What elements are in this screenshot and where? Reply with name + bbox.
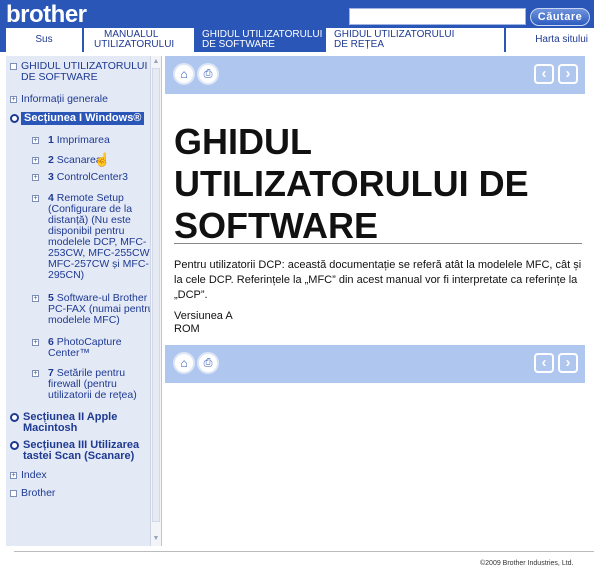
expand-icon: + — [32, 137, 39, 144]
sidebar-item-label: PhotoCapture Center™ — [48, 336, 122, 359]
header-bar: brother Căutare Sus MANUALUL UTILIZATORU… — [0, 0, 594, 52]
scrollbar-thumb[interactable] — [152, 68, 160, 522]
region-label: ROM — [174, 323, 200, 335]
previous-page-icon[interactable]: ‹ — [534, 353, 554, 373]
dcp-note-text: Pentru utilizatorii DCP: această documen… — [174, 259, 582, 301]
tab-user-manual-line2: UTILIZATORULUI — [94, 39, 175, 50]
title-divider — [174, 243, 582, 244]
expand-icon: + — [32, 195, 39, 202]
hand-cursor-icon: ☝ — [94, 152, 111, 167]
home-icon[interactable]: ⌂ — [173, 352, 195, 374]
tab-user-manual[interactable]: MANUALUL UTILIZATORULUI — [84, 28, 194, 52]
tab-network-guide[interactable]: GHIDUL UTILIZATORULUI DE REȚEA — [326, 28, 504, 52]
expand-icon: + — [10, 96, 17, 103]
search-input[interactable] — [349, 8, 526, 25]
footer-divider — [14, 551, 594, 552]
tab-top-label: Sus — [35, 34, 53, 45]
section-bullet-icon — [10, 413, 19, 422]
version-label: Versiunea A — [174, 310, 233, 322]
sidebar-item-label: Software-ul Brother PC-FAX (numai pentru… — [48, 292, 154, 326]
print-icon[interactable]: ⎙ — [197, 352, 219, 374]
expand-icon: + — [32, 295, 39, 302]
sidebar-item-remote-setup[interactable]: + 4 Remote Setup (Configurare de la dist… — [32, 193, 154, 281]
expand-icon: + — [32, 339, 39, 346]
sidebar-item-software-guide[interactable]: GHIDUL UTILIZATORULUI DE SOFTWARE — [10, 61, 150, 83]
sidebar-item-printing[interactable]: + 1 Imprimarea — [32, 135, 150, 146]
next-page-icon[interactable]: › — [558, 353, 578, 373]
search-button[interactable]: Căutare — [530, 8, 590, 26]
sidebar-item-label: GHIDUL UTILIZATORULUI DE SOFTWARE — [21, 60, 148, 83]
tab-site-map[interactable]: Harta sitului — [506, 28, 594, 52]
copyright-text: ©2009 Brother Industries, Ltd. — [480, 560, 574, 567]
tab-top[interactable]: Sus — [6, 28, 82, 52]
section-bullet-icon — [10, 441, 19, 450]
expand-icon: + — [32, 174, 39, 181]
expand-icon: + — [10, 472, 17, 479]
home-icon[interactable]: ⌂ — [173, 63, 195, 85]
previous-page-icon[interactable]: ‹ — [534, 64, 554, 84]
sidebar-item-label: Brother — [21, 487, 56, 499]
expand-icon: + — [32, 370, 39, 377]
sidebar-item-photocapture[interactable]: + 6 PhotoCapture Center™ — [32, 337, 150, 359]
sidebar-item-label: Remote Setup (Configurare de la distanță… — [48, 192, 152, 281]
chapter-number: 1 — [48, 134, 54, 146]
page-title: GHIDUL UTILIZATORULUI DE SOFTWARE — [174, 121, 529, 246]
sidebar-item-index[interactable]: + Index — [10, 470, 150, 481]
section-bullet-icon — [10, 114, 19, 123]
tab-software-guide[interactable]: GHIDUL UTILIZATORULUI DE SOFTWARE — [196, 28, 324, 52]
sidebar-item-label: ControlCenter3 — [56, 171, 128, 183]
expand-icon: + — [32, 157, 39, 164]
scroll-up-icon[interactable]: ▲ — [152, 57, 160, 67]
sidebar-item-label: Secțiunea II Apple Macintosh — [23, 411, 118, 434]
print-icon[interactable]: ⎙ — [197, 63, 219, 85]
sidebar-item-label: Informații generale — [21, 93, 108, 105]
sidebar-item-label: Secțiunea I Windows® — [21, 112, 145, 125]
top-nav: Sus MANUALUL UTILIZATORULUI GHIDUL UTILI… — [0, 28, 594, 52]
version-info: Versiunea A ROM — [174, 310, 233, 336]
brother-logo[interactable]: brother — [6, 2, 87, 28]
sidebar-item-controlcenter[interactable]: + 3 ControlCenter3 — [32, 172, 150, 183]
chapter-number: 3 — [48, 171, 54, 183]
sidebar-item-scanning[interactable]: + 2 Scanarea — [32, 155, 150, 166]
sidebar-scrollbar[interactable]: ▲ ▼ — [150, 56, 161, 546]
sidebar-item-label: Imprimarea — [56, 134, 110, 146]
page-icon — [10, 63, 17, 70]
sidebar-item-label: Secțiunea III Utilizarea tastei Scan (Sc… — [23, 439, 140, 462]
tab-network-guide-line2: DE REȚEA — [334, 39, 385, 50]
top-nav-bar: ⌂ ⎙ ‹ › — [165, 56, 585, 94]
bottom-nav-bar: ⌂ ⎙ ‹ › — [165, 345, 585, 383]
tab-site-map-label: Harta sitului — [535, 34, 588, 45]
main-content: ⌂ ⎙ ‹ › GHIDUL UTILIZATORULUI DE SOFTWAR… — [165, 56, 594, 546]
sidebar-item-firewall[interactable]: + 7 Setările pentru firewall (pentru uti… — [32, 368, 150, 401]
sidebar-item-label: Setările pentru firewall (pentru utiliza… — [48, 367, 137, 401]
sidebar-item-section-scan-key[interactable]: Secțiunea III Utilizarea tastei Scan (Sc… — [10, 440, 158, 462]
sidebar-item-brother[interactable]: Brother — [10, 488, 150, 499]
scroll-down-icon[interactable]: ▼ — [152, 534, 160, 544]
tab-software-guide-line2: DE SOFTWARE — [202, 39, 275, 50]
sidebar-item-pc-fax[interactable]: + 5 Software-ul Brother PC-FAX (numai pe… — [32, 293, 154, 326]
page-icon — [10, 490, 17, 497]
sidebar-item-general-info[interactable]: + Informații generale — [10, 94, 150, 105]
sidebar-item-section-macintosh[interactable]: Secțiunea II Apple Macintosh — [10, 412, 150, 434]
next-page-icon[interactable]: › — [558, 64, 578, 84]
chapter-number: 2 — [48, 154, 54, 166]
sidebar-item-label: Index — [21, 469, 47, 481]
sidebar-toc: GHIDUL UTILIZATORULUI DE SOFTWARE + Info… — [6, 56, 162, 546]
